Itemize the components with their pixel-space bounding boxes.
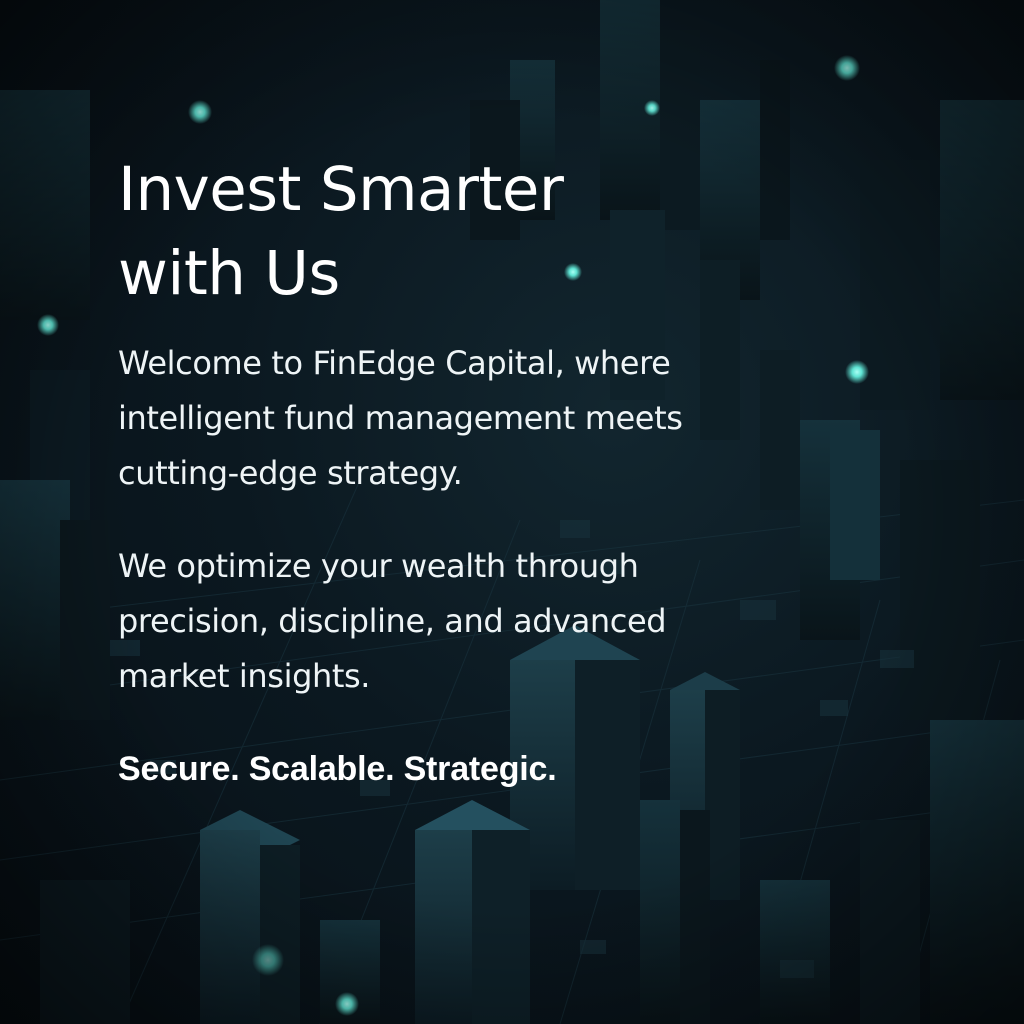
hero-content: Invest Smarter with Us Welcome to FinEdg… [118, 148, 818, 790]
intro-paragraph: Welcome to FinEdge Capital, where intell… [118, 344, 683, 492]
headline: Invest Smarter with Us [118, 154, 564, 309]
value-paragraph: We optimize your wealth through precisio… [118, 547, 667, 695]
hero-poster: Invest Smarter with Us Welcome to FinEdg… [0, 0, 1024, 1024]
tagline: Secure. Scalable. Strategic. [118, 750, 557, 788]
